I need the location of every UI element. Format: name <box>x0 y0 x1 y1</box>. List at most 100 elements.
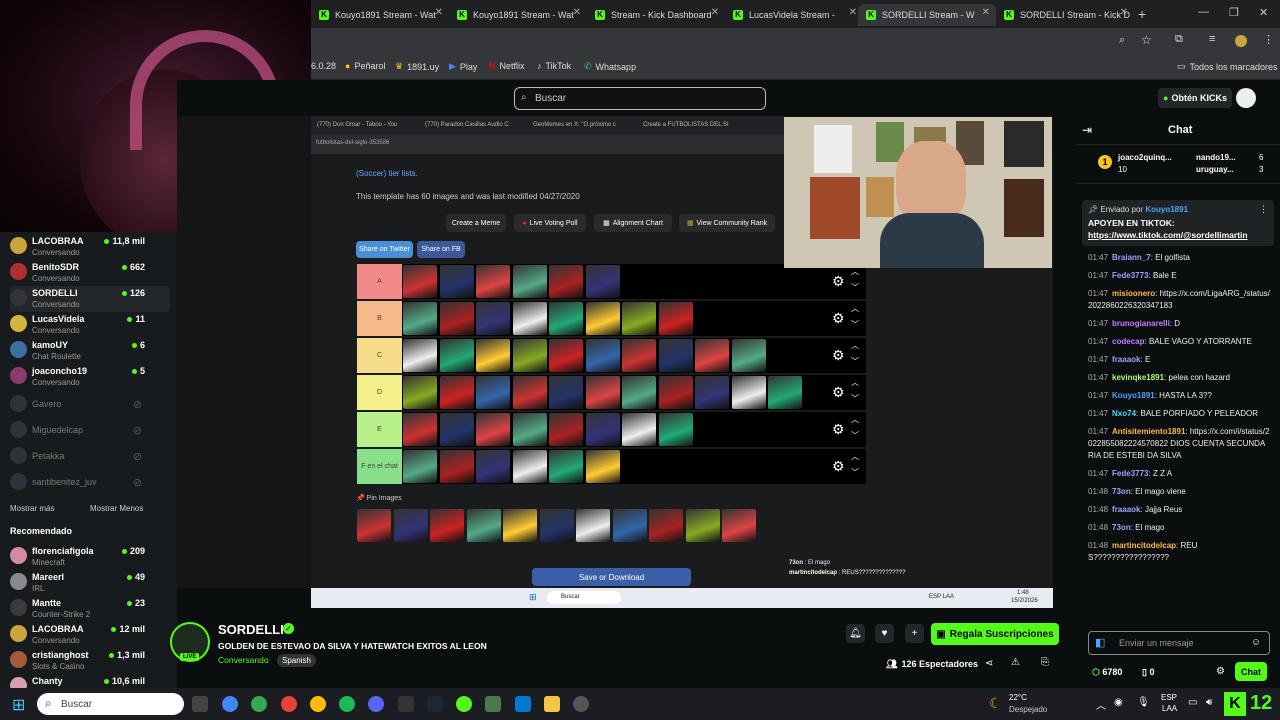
mic-icon[interactable]: 🎙︎ <box>1137 697 1150 708</box>
player-thumbnail[interactable] <box>512 376 547 409</box>
send-chat-button[interactable]: Chat <box>1235 662 1267 681</box>
task-view-icon[interactable] <box>192 696 208 712</box>
pinned-thumbnail[interactable] <box>722 509 756 542</box>
network-icon[interactable]: ◉ <box>1114 697 1123 708</box>
sidebar-channel-offline[interactable]: santibenitez_juv ⊘ <box>10 470 170 496</box>
streamer-name[interactable]: SORDELLI <box>218 622 284 637</box>
close-window-button[interactable]: ✕ <box>1259 6 1268 19</box>
sidebar-channel[interactable]: LucasVidela Conversando 11 <box>10 312 170 338</box>
volume-icon[interactable]: 🔊︎ <box>1206 697 1212 708</box>
player-thumbnail[interactable] <box>658 413 693 446</box>
stream-category[interactable]: Conversando <box>218 655 269 665</box>
player-thumbnail[interactable] <box>403 302 437 335</box>
pinned-message[interactable]: 📌︎ Enviado por Kouyo1891 APOYEN EN TIKTO… <box>1082 200 1274 246</box>
tier-controls[interactable]: ⚙ ︿ ﹀ <box>829 449 866 484</box>
pinned-thumbnail[interactable] <box>357 509 391 542</box>
settings-icon[interactable]: ⚙ <box>1216 666 1225 677</box>
app-icon[interactable] <box>485 696 501 712</box>
chrome-icon[interactable] <box>281 696 297 712</box>
bookmark-item[interactable]: ♪ TikTok <box>537 61 571 71</box>
pinned-thumbnail[interactable] <box>430 509 464 542</box>
player-thumbnail[interactable] <box>658 302 693 335</box>
bookmark-item[interactable]: 6.0.28 <box>311 61 336 71</box>
close-tab-icon[interactable]: ✕ <box>435 7 443 18</box>
player-thumbnail[interactable] <box>549 339 583 372</box>
sidebar-channel-offline[interactable]: Gavero ⊘ <box>10 392 170 418</box>
player-thumbnail[interactable] <box>439 450 474 483</box>
profile-avatar[interactable] <box>1235 35 1247 47</box>
chevron-up-icon[interactable]: ︿ <box>851 414 859 425</box>
share-fb-button[interactable]: Share on FB <box>417 241 465 258</box>
windows-start-icon[interactable]: ⊞ <box>12 695 25 715</box>
chrome-icon[interactable] <box>222 696 238 712</box>
region-indicator[interactable]: LAA <box>1162 704 1177 713</box>
sidebar-recommended[interactable]: LACOBRAA Conversando 12 mil <box>10 622 170 648</box>
gear-icon[interactable]: ⚙ <box>832 458 845 475</box>
save-download-button[interactable]: Save or Download <box>532 568 691 586</box>
player-thumbnail[interactable] <box>658 376 693 409</box>
epic-games-icon[interactable] <box>398 696 414 712</box>
close-tab-icon[interactable]: ✕ <box>711 7 719 18</box>
player-thumbnail[interactable] <box>549 376 583 409</box>
pinned-thumbnail[interactable] <box>649 509 683 542</box>
sidebar-recommended[interactable]: Mantte Counter-Strike 2 23 <box>10 596 170 622</box>
player-thumbnail[interactable] <box>585 302 620 335</box>
community-rank-button[interactable]: ▦ View Community Rank <box>679 214 775 232</box>
taskbar-search[interactable]: ⌕ Buscar <box>37 693 184 715</box>
tier-controls[interactable]: ⚙ ︿ ﹀ <box>829 301 866 336</box>
player-thumbnail[interactable] <box>622 376 656 409</box>
bookmark-item[interactable]: ✆ Whatsapp <box>584 61 636 72</box>
notifications-button[interactable]: 🔔︎ <box>846 624 865 643</box>
player-thumbnail[interactable] <box>695 376 729 409</box>
show-less-link[interactable]: Mostrar Menos <box>90 504 143 513</box>
monitor-icon[interactable]: ▭ <box>1188 697 1197 708</box>
alignment-chart-button[interactable]: ▦ Alignment Chart <box>594 214 672 232</box>
gift-subs-button[interactable]: ▣ Regala Suscripciones <box>931 623 1059 645</box>
chevron-down-icon[interactable]: ﹀ <box>851 430 859 441</box>
chevron-up-icon[interactable]: ︿ <box>851 451 859 462</box>
close-tab-icon[interactable]: ✕ <box>1120 7 1128 18</box>
player-thumbnail[interactable] <box>585 339 620 372</box>
player-thumbnail[interactable] <box>476 339 510 372</box>
close-tab-icon[interactable]: ✕ <box>982 7 990 18</box>
menu-icon[interactable]: ⋮ <box>1263 33 1274 46</box>
player-thumbnail[interactable] <box>585 376 620 409</box>
gear-icon[interactable]: ⚙ <box>832 384 845 401</box>
share-twitter-button[interactable]: Share on Twitter <box>356 241 413 258</box>
gift-button[interactable]: + <box>905 624 924 643</box>
live-voting-button[interactable]: ● Live Voting Poll <box>514 214 586 232</box>
clip-icon[interactable]: ⎘ <box>1041 657 1049 668</box>
browser-tab[interactable]: K Stream - Kick Dashboard ✕ <box>587 4 725 26</box>
create-meme-button[interactable]: Create a Meme <box>446 214 506 232</box>
tier-controls[interactable]: ⚙ ︿ ﹀ <box>829 264 866 299</box>
user-avatar[interactable] <box>1236 88 1256 108</box>
minimize-button[interactable]: — <box>1198 6 1209 18</box>
pinned-thumbnail[interactable] <box>466 509 501 542</box>
file-explorer-icon[interactable] <box>544 696 560 712</box>
player-thumbnail[interactable] <box>512 339 547 372</box>
emoji-icon[interactable]: ☺ <box>1251 637 1261 648</box>
player-thumbnail[interactable] <box>512 450 547 483</box>
player-thumbnail[interactable] <box>439 376 474 409</box>
player-thumbnail[interactable] <box>403 450 437 483</box>
player-thumbnail[interactable] <box>512 265 547 298</box>
pinned-thumbnail[interactable] <box>539 509 574 542</box>
player-thumbnail[interactable] <box>695 339 729 372</box>
browser-tab[interactable]: K LucasVidela Stream - ✕ <box>725 4 863 26</box>
player-thumbnail[interactable] <box>476 302 510 335</box>
show-more-link[interactable]: Mostrar más <box>10 504 54 513</box>
star-icon[interactable]: ☆ <box>1141 33 1152 47</box>
player-thumbnail[interactable] <box>439 339 474 372</box>
chevron-down-icon[interactable]: ﹀ <box>851 319 859 330</box>
bookmark-item[interactable]: ♛ 1891.uy <box>395 61 439 72</box>
chevron-down-icon[interactable]: ﹀ <box>851 467 859 478</box>
kick-search-input[interactable]: ⌕ Buscar <box>514 87 766 110</box>
all-bookmarks[interactable]: ▭ Todos los marcadores <box>1177 61 1278 72</box>
browser-tab[interactable]: K Kouyo1891 Stream - Wat ✕ <box>449 4 587 26</box>
language-tag[interactable]: Spanish <box>277 654 316 667</box>
pinned-thumbnail[interactable] <box>685 509 720 542</box>
collapse-chat-icon[interactable]: ⇥ <box>1082 123 1092 137</box>
player-thumbnail[interactable] <box>439 302 474 335</box>
browser-tab[interactable]: K SORDELLI Stream - Kick D ✕ <box>996 4 1134 26</box>
chrome-icon[interactable] <box>251 696 267 712</box>
